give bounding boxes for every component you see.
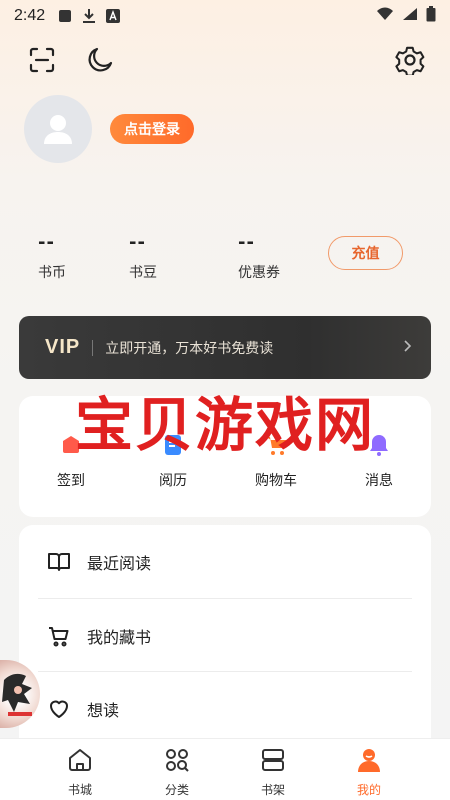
night-mode-icon[interactable] [80,40,120,80]
tool-label: 签到 [57,473,85,489]
download-icon [81,8,97,24]
stat-value: -- [238,232,255,253]
tab-label: 书城 [67,783,92,797]
menu-item-label: 我的藏书 [87,627,152,647]
heart-icon [47,697,71,721]
stat-label: 书豆 [129,265,157,281]
bookshelf-icon [260,747,286,777]
category-icon [164,747,190,777]
tab-category[interactable]: 分类 [147,747,207,798]
quick-tools-card: 签到 阅历 购物车 消息 [19,396,431,517]
status-bar: 2:42 [0,0,450,32]
stat-value: -- [38,232,55,253]
tab-label: 书架 [260,783,285,797]
history-icon [160,432,186,458]
settings-gear-icon[interactable] [390,40,430,80]
stat-label: 书币 [38,265,66,281]
menu-item-recent-reading[interactable]: 最近阅读 [19,525,431,598]
avatar[interactable] [24,95,92,163]
book-open-icon [47,550,71,574]
stat-label: 优惠券 [238,265,280,281]
vip-banner[interactable]: VIP 立即开通，万本好书免费读 [19,316,431,379]
wifi-icon [376,7,394,25]
menu-item-my-collection[interactable]: 我的藏书 [19,599,431,672]
tool-checkin[interactable]: 签到 [31,432,111,490]
vip-divider [92,339,94,356]
tab-label: 我的 [356,783,381,797]
status-time: 2:42 [14,7,46,24]
profile-header: 点击登录 [24,95,194,163]
checkin-icon [58,432,84,458]
tool-label: 消息 [365,473,393,489]
notification-square-icon [57,8,73,24]
home-icon [67,747,93,777]
user-placeholder-icon [44,115,72,144]
tool-messages[interactable]: 消息 [339,432,419,490]
login-button[interactable]: 点击登录 [110,114,194,144]
tool-history[interactable]: 阅历 [133,432,213,490]
stat-coupons[interactable]: -- 优惠券 [238,232,280,282]
chevron-right-icon [403,338,413,357]
menu-item-label: 最近阅读 [87,553,152,573]
tab-bookstore[interactable]: 书城 [50,747,110,798]
recharge-button[interactable]: 充值 [328,236,403,270]
cart-icon [263,432,289,458]
tool-cart[interactable]: 购物车 [236,432,316,490]
menu-list-card: 最近阅读 我的藏书 想读 [19,525,431,765]
tab-mine[interactable]: 我的 [339,747,399,798]
bottom-tab-bar: 书城 分类 书架 我的 [0,738,450,800]
stat-book-beans[interactable]: -- 书豆 [129,232,157,282]
menu-item-want-to-read[interactable]: 想读 [19,672,431,745]
bell-icon [366,432,392,458]
top-action-bar [0,40,450,80]
stat-value: -- [129,232,146,253]
cart-icon [47,624,71,648]
menu-item-label: 想读 [87,700,120,720]
tab-label: 分类 [164,783,189,797]
battery-icon [426,6,436,26]
tool-label: 阅历 [159,473,187,489]
signal-icon [402,7,418,25]
scan-icon[interactable] [22,40,62,80]
vip-promo-text: 立即开通，万本好书免费读 [105,340,274,357]
font-a-icon [105,8,121,24]
stat-book-coins[interactable]: -- 书币 [38,232,66,282]
tab-bookshelf[interactable]: 书架 [243,747,303,798]
profile-icon [356,747,382,777]
status-right [376,6,436,26]
vip-logo: VIP [45,336,81,358]
tool-label: 购物车 [255,473,297,489]
